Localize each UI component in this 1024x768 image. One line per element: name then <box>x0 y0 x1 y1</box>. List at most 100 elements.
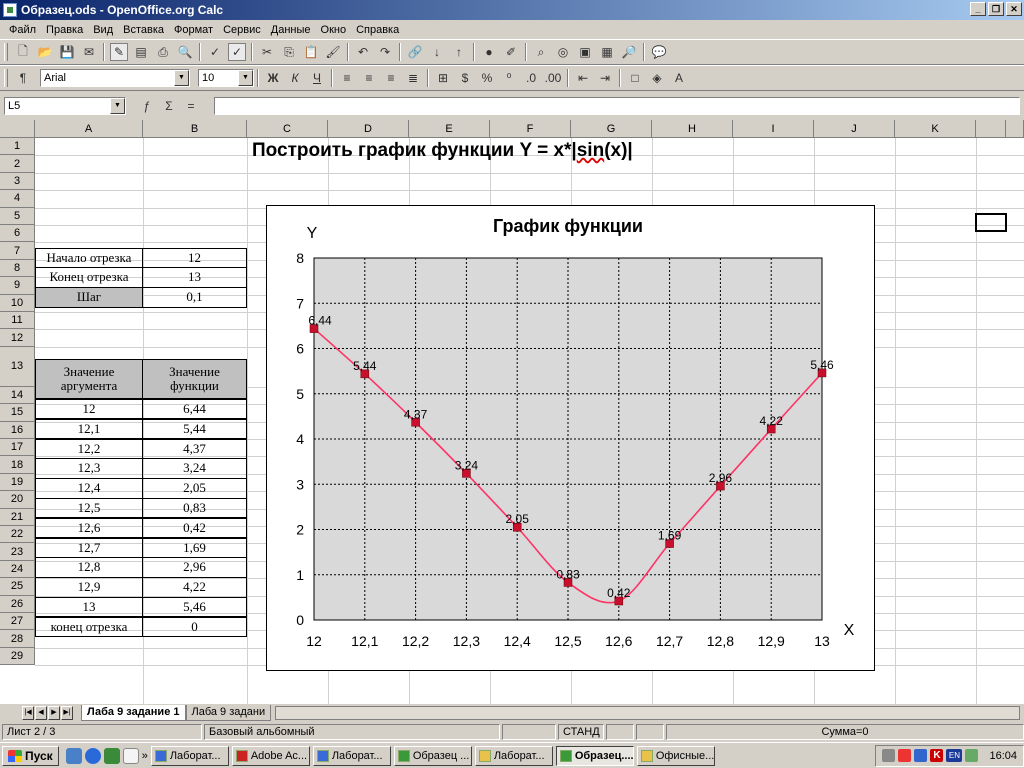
param-value[interactable]: 12 <box>142 248 247 268</box>
volume-icon[interactable] <box>882 749 896 762</box>
menu-format[interactable]: Формат <box>169 24 218 36</box>
horizontal-scrollbar[interactable] <box>275 705 1020 720</box>
taskbar-item[interactable]: Лаборат... <box>150 745 229 766</box>
borders-icon[interactable]: □ <box>626 69 644 87</box>
copy-icon[interactable]: ⎘ <box>280 43 298 61</box>
row-header[interactable]: 9 <box>0 277 35 295</box>
equals-icon[interactable]: = <box>182 97 200 115</box>
chart-icon[interactable]: ● <box>480 43 498 61</box>
row-header[interactable]: 27 <box>0 613 35 631</box>
function-cell[interactable]: 2,05 <box>142 478 247 499</box>
row-header[interactable]: 10 <box>0 294 35 312</box>
table-header-argument[interactable]: Значение аргумента <box>35 359 143 399</box>
row-header[interactable]: 19 <box>0 473 35 492</box>
row-header[interactable]: 14 <box>0 386 35 405</box>
row-header[interactable]: 2 <box>0 155 35 173</box>
column-header[interactable]: I <box>733 120 814 138</box>
param-label[interactable]: Начало отрезка <box>35 248 143 268</box>
argument-cell[interactable]: 12,7 <box>35 537 143 558</box>
italic-icon[interactable]: К <box>286 69 304 87</box>
taskbar-item[interactable]: Лаборат... <box>312 745 391 766</box>
percent-icon[interactable]: % <box>478 69 496 87</box>
row-header[interactable]: 8 <box>0 259 35 278</box>
name-box[interactable]: L5 ▼ <box>4 97 126 115</box>
menu-view[interactable]: Вид <box>88 24 118 36</box>
prev-sheet-button[interactable]: ◀ <box>35 705 47 720</box>
taskbar-item[interactable]: Лаборат... <box>474 745 553 766</box>
edit-mode-icon[interactable]: ✎ <box>110 43 128 61</box>
more-quicklaunch-icon[interactable]: » <box>142 750 148 762</box>
document-icon[interactable] <box>122 747 139 764</box>
param-value[interactable]: 13 <box>142 267 247 288</box>
close-button[interactable]: ✕ <box>1006 2 1022 16</box>
menu-file[interactable]: Файл <box>4 24 41 36</box>
help-icon[interactable]: 💬 <box>650 43 668 61</box>
select-all-corner[interactable] <box>0 120 35 138</box>
row-header[interactable]: 26 <box>0 595 35 613</box>
zoom-icon[interactable]: 🔎 <box>620 43 638 61</box>
align-left-icon[interactable]: ≡ <box>338 69 356 87</box>
remove-decimal-icon[interactable]: .00 <box>544 69 562 87</box>
function-cell[interactable]: 4,37 <box>142 438 247 459</box>
cut-icon[interactable]: ✂ <box>258 43 276 61</box>
print-preview-icon[interactable]: 🔍 <box>176 43 194 61</box>
new-doc-icon[interactable]: 🗋 <box>14 43 32 61</box>
chevron-down-icon[interactable]: ▼ <box>110 98 125 114</box>
print-icon[interactable]: ⎙ <box>154 43 172 61</box>
chevron-down-icon[interactable]: ▼ <box>174 70 189 86</box>
function-cell[interactable]: 5,44 <box>142 418 247 440</box>
row-header[interactable]: 12 <box>0 329 35 347</box>
function-cell[interactable]: 3,24 <box>142 458 247 479</box>
menu-insert[interactable]: Вставка <box>118 24 169 36</box>
argument-cell[interactable]: 12,5 <box>35 498 143 519</box>
argument-cell[interactable]: 12,1 <box>35 418 143 440</box>
row-header[interactable]: 29 <box>0 647 35 666</box>
hyperlink-icon[interactable]: 🔗 <box>406 43 424 61</box>
column-header[interactable]: J <box>814 120 895 138</box>
function-cell[interactable]: 6,44 <box>142 399 247 420</box>
redo-icon[interactable]: ↷ <box>376 43 394 61</box>
chevron-down-icon[interactable]: ▼ <box>238 70 253 86</box>
email-icon[interactable]: ✉ <box>80 43 98 61</box>
row-header[interactable]: 6 <box>0 225 35 243</box>
menu-data[interactable]: Данные <box>266 24 316 36</box>
row-header[interactable]: 25 <box>0 578 35 596</box>
k-app-icon[interactable]: K <box>930 749 944 762</box>
column-header[interactable]: G <box>571 120 652 138</box>
autospell-icon[interactable]: ✓ <box>228 43 246 61</box>
function-cell[interactable]: 4,22 <box>142 577 247 598</box>
merge-cells-icon[interactable]: ⊞ <box>434 69 452 87</box>
row-header[interactable]: 17 <box>0 439 35 457</box>
format-paintbrush-icon[interactable]: 🖌 <box>324 43 342 61</box>
column-header[interactable]: H <box>652 120 733 138</box>
sheet-tab[interactable]: Лаба 9 задани <box>185 704 272 721</box>
param-label[interactable]: Шаг <box>35 287 143 308</box>
align-right-icon[interactable]: ≡ <box>382 69 400 87</box>
underline-icon[interactable]: Ч <box>308 69 326 87</box>
antivirus-icon[interactable] <box>898 749 912 762</box>
undo-icon[interactable]: ↶ <box>354 43 372 61</box>
row-header[interactable]: 20 <box>0 491 35 509</box>
argument-cell[interactable]: 12 <box>35 399 143 420</box>
background-color-icon[interactable]: ◈ <box>648 69 666 87</box>
font-color-icon[interactable]: A <box>670 69 688 87</box>
menu-edit[interactable]: Правка <box>41 24 88 36</box>
justify-icon[interactable]: ≣ <box>404 69 422 87</box>
column-header[interactable]: K <box>895 120 976 138</box>
language-indicator[interactable]: EN <box>946 749 963 762</box>
function-cell[interactable]: 2,96 <box>142 557 247 578</box>
argument-cell[interactable]: 12,9 <box>35 577 143 598</box>
chart-object[interactable]: 0 1 2 3 4 5 6 7 8 12 12,1 12,2 12,3 12,4 12,5 12,6 12,7 1… <box>266 205 875 671</box>
status-mode[interactable]: СТАНД <box>558 724 604 740</box>
param-value[interactable]: 0,1 <box>142 287 247 308</box>
function-cell[interactable]: 0,42 <box>142 517 247 539</box>
outlook-icon[interactable] <box>103 747 120 764</box>
menu-tools[interactable]: Сервис <box>218 24 266 36</box>
taskbar-item[interactable]: Офисные... <box>636 745 715 766</box>
menu-window[interactable]: Окно <box>316 24 352 36</box>
align-center-icon[interactable]: ≡ <box>360 69 378 87</box>
column-header[interactable]: F <box>490 120 571 138</box>
argument-cell[interactable]: 12,6 <box>35 517 143 539</box>
column-header[interactable]: A <box>35 120 143 138</box>
last-sheet-button[interactable]: ▶| <box>61 705 73 720</box>
